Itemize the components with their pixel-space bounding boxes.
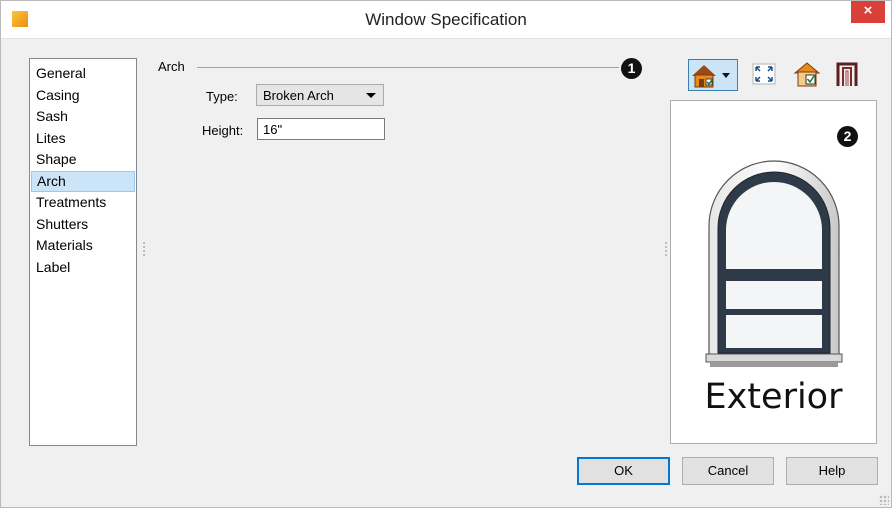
dropdown-arrow-icon (366, 93, 376, 98)
ok-button[interactable]: OK (577, 457, 670, 485)
category-item-materials[interactable]: Materials (31, 235, 135, 257)
category-list-items: General Casing Sash Lites Shape Arch Treatment… (30, 59, 136, 278)
exterior-view-button[interactable] (688, 59, 738, 91)
close-button[interactable]: × (851, 1, 885, 23)
height-label: Height: (202, 123, 244, 138)
close-icon: × (863, 2, 873, 19)
category-item-shutters[interactable]: Shutters (31, 214, 135, 236)
type-dropdown-value: Broken Arch (263, 88, 334, 103)
category-item-shape[interactable]: Shape (31, 149, 135, 171)
cancel-button[interactable]: Cancel (682, 457, 774, 485)
category-item-label[interactable]: Label (31, 257, 135, 279)
category-list[interactable]: General Casing Sash Lites Shape Arch Treatment… (29, 58, 137, 446)
category-item-sash[interactable]: Sash (31, 106, 135, 128)
preview-pane: 2 Exterior (670, 100, 877, 444)
type-label: Type: (206, 89, 238, 104)
category-item-casing[interactable]: Casing (31, 85, 135, 107)
interior-view-icon (793, 62, 821, 87)
splitter-handle-right[interactable] (665, 242, 667, 258)
title-bar: Window Specification × (1, 1, 891, 39)
callout-1: 1 (621, 58, 642, 79)
fit-view-button[interactable] (748, 59, 780, 91)
interior-view-button[interactable] (791, 59, 825, 91)
arch-group-label: Arch (158, 59, 185, 74)
category-item-lites[interactable]: Lites (31, 128, 135, 150)
height-input[interactable] (257, 118, 385, 140)
house-exterior-view-icon (692, 65, 730, 88)
resize-grip[interactable] (879, 495, 889, 505)
type-dropdown[interactable]: Broken Arch (256, 84, 384, 106)
group-divider (197, 67, 619, 68)
fit-view-icon (752, 63, 776, 85)
casing-view-icon (836, 62, 858, 86)
casing-view-button[interactable] (832, 59, 862, 91)
window-specification-dialog: Window Specification × General Casing Sash… (0, 0, 892, 508)
category-item-treatments[interactable]: Treatments (31, 192, 135, 214)
category-item-arch[interactable]: Arch (31, 170, 135, 192)
category-item-general[interactable]: General (31, 63, 135, 85)
dialog-title: Window Specification (365, 10, 527, 29)
preview-view-label: Exterior (704, 377, 843, 417)
arched-window-preview (705, 160, 843, 367)
help-button[interactable]: Help (786, 457, 878, 485)
splitter-handle-left[interactable] (143, 242, 145, 258)
